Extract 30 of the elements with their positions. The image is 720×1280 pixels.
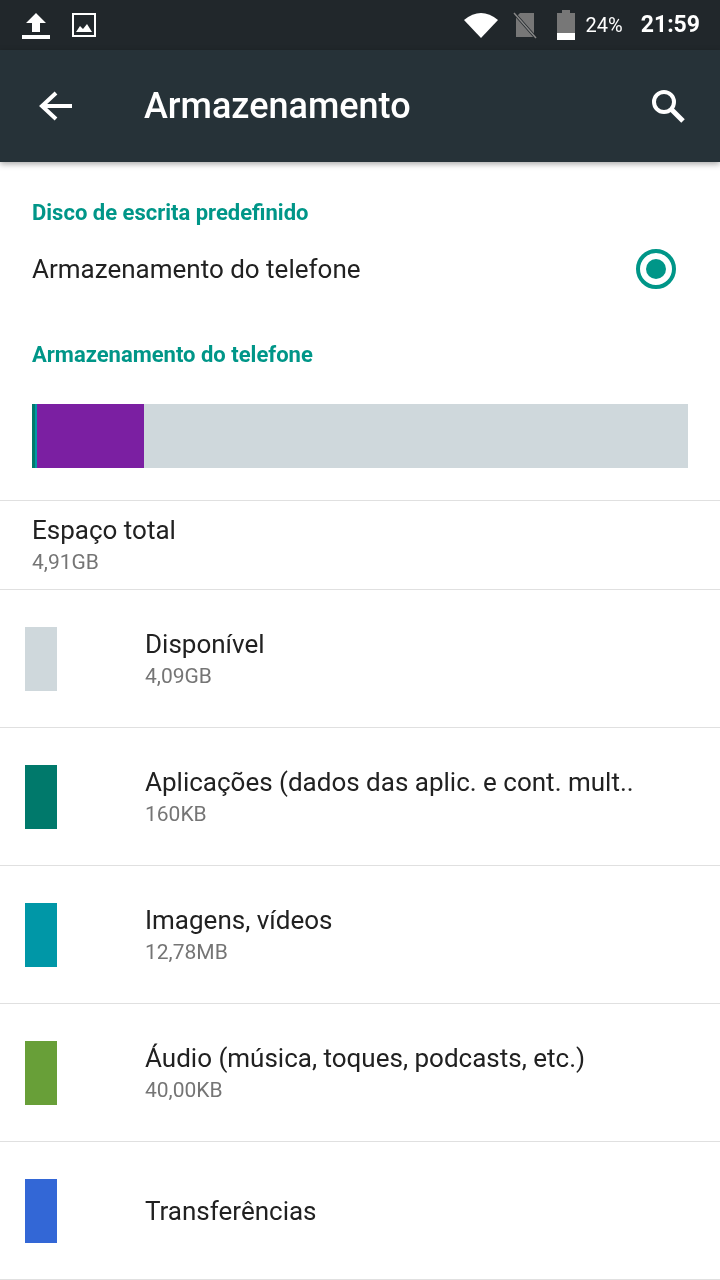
section-header: Armazenamento do telefone <box>32 342 314 369</box>
category-size: 160KB <box>145 800 208 828</box>
no-sim-icon <box>511 11 538 39</box>
clock: 21:59 <box>640 9 700 40</box>
storage-category-row[interactable]: Aplicações (dados das aplic. e cont. mult.. 160KB <box>0 728 720 866</box>
storage-category-row[interactable]: Imagens, vídeos 12,78MB <box>0 866 720 1004</box>
category-label: Transferências <box>145 1194 317 1228</box>
storage-category-row[interactable]: Disponível 4,09GB <box>0 590 720 728</box>
total-label: Espaço total <box>32 514 177 547</box>
category-label: Áudio (música, toques, podcasts, etc.) <box>145 1041 586 1075</box>
category-size: 4,09GB <box>145 662 213 690</box>
storage-category-row[interactable]: Áudio (música, toques, podcasts, etc.) 40,00KB <box>0 1004 720 1142</box>
back-arrow-icon <box>38 90 74 122</box>
screen-title: Armazenamento <box>144 84 411 129</box>
battery-icon <box>555 10 576 40</box>
total-value: 4,91GB <box>32 549 100 576</box>
storage-category-row[interactable]: Transferências <box>0 1142 720 1280</box>
wifi-icon <box>463 12 498 38</box>
radio-button[interactable] <box>636 249 676 289</box>
category-size: 40,00KB <box>145 1076 224 1104</box>
category-label: Aplicações (dados das aplic. e cont. mult.. <box>145 765 634 799</box>
upload-icon <box>20 11 52 39</box>
radio-row[interactable]: Armazenamento do telefone <box>0 226 720 313</box>
category-label: Disponível <box>145 627 265 661</box>
battery-percent: 24% <box>585 12 623 39</box>
image-icon <box>72 13 96 37</box>
category-size: 12,78MB <box>145 938 229 966</box>
search-icon <box>650 88 686 124</box>
category-label: Imagens, vídeos <box>145 903 333 937</box>
section-header: Disco de escrita predefinido <box>32 200 310 226</box>
